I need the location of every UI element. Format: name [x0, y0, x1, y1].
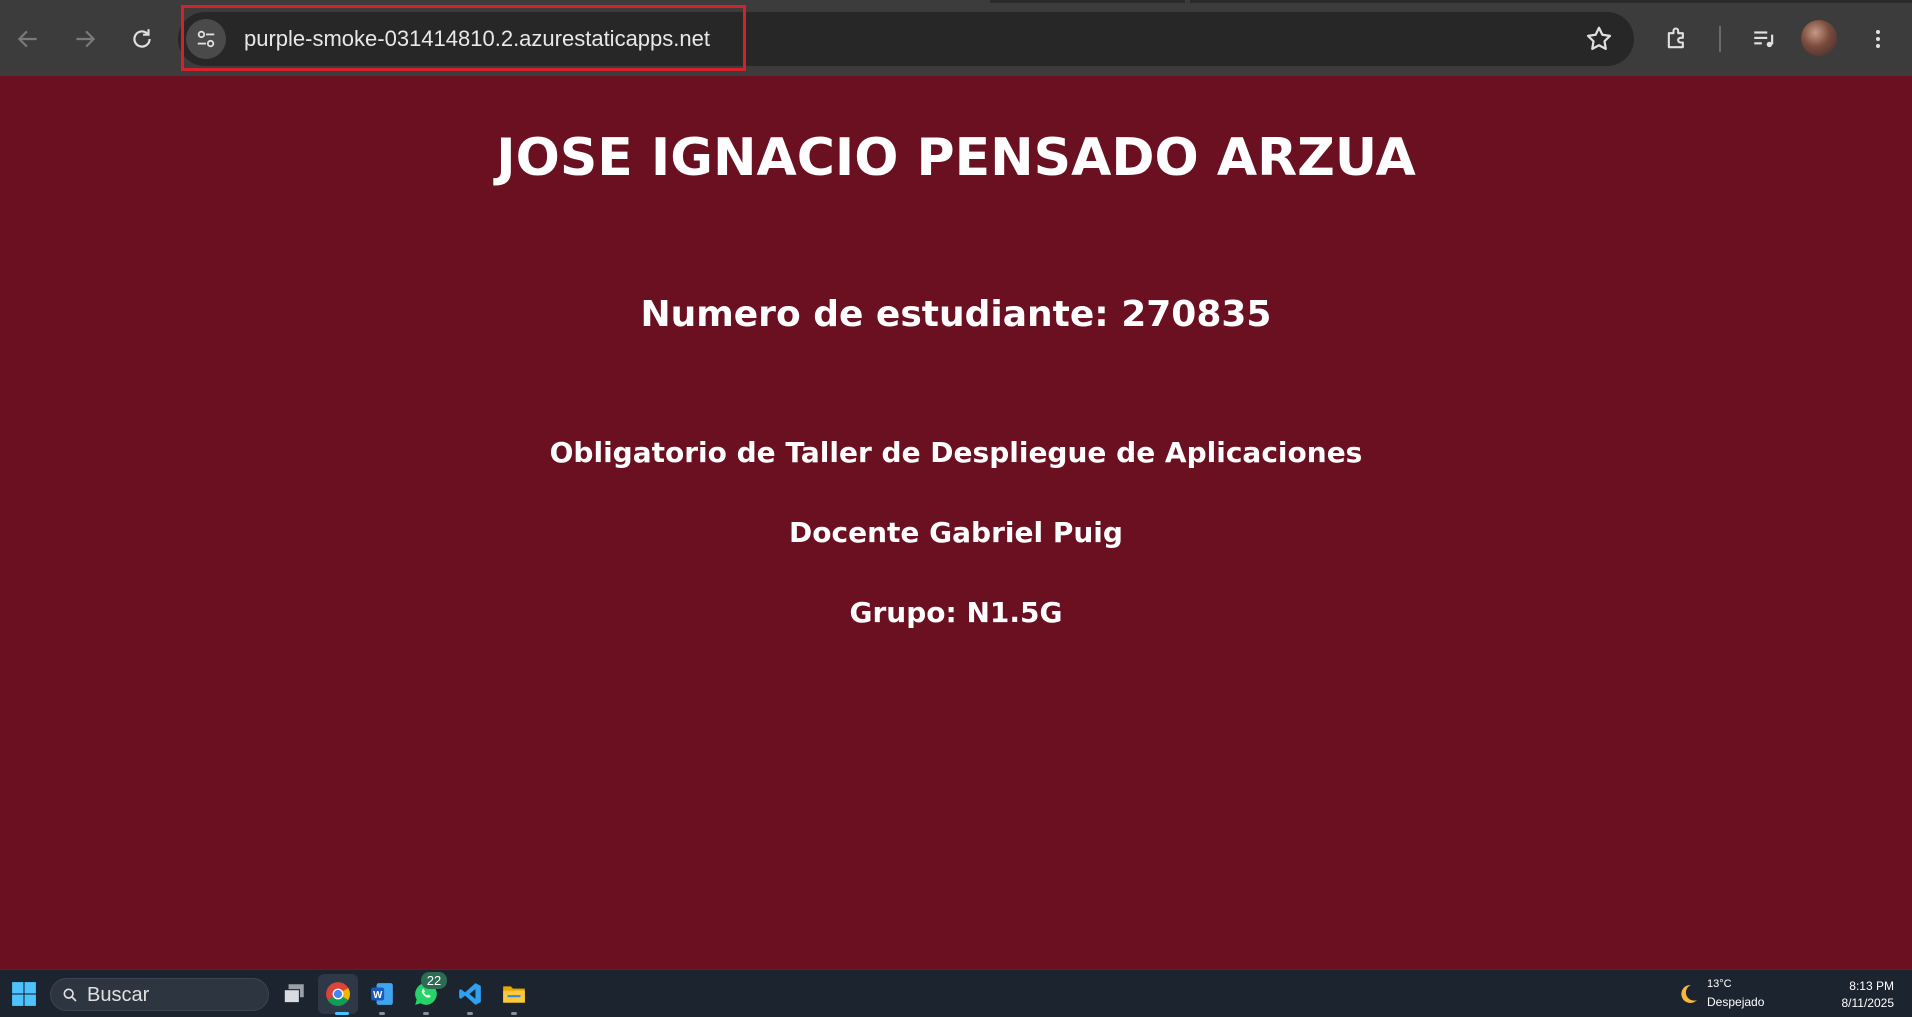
- student-name-heading: JOSE IGNACIO PENSADO ARZUA: [496, 128, 1416, 188]
- word-icon: W: [371, 983, 393, 1005]
- reload-icon: [133, 29, 151, 48]
- file-explorer-taskbar-button[interactable]: [498, 978, 530, 1010]
- file-explorer-icon: [503, 986, 525, 1003]
- weather-temperature: 13°C: [1707, 978, 1732, 990]
- system-clock[interactable]: 8:13 PM 8/11/2025: [1842, 978, 1895, 1012]
- student-number: Numero de estudiante: 270835: [640, 294, 1272, 335]
- chrome-icon: [326, 982, 350, 1006]
- tab-strip-edge: [1190, 0, 1912, 3]
- profile-avatar[interactable]: [1801, 20, 1837, 56]
- puzzle-icon: [1667, 27, 1684, 49]
- forward-button[interactable]: [65, 19, 105, 59]
- word-running-indicator: [379, 1012, 385, 1015]
- vscode-icon: [459, 983, 481, 1005]
- task-view-icon: [283, 984, 304, 1004]
- reload-button[interactable]: [122, 19, 162, 59]
- browser-toolbar: purple-smoke-031414810.2.azurestaticapps…: [0, 0, 1912, 76]
- toolbar-separator: [1719, 26, 1721, 52]
- moon-icon: [1681, 984, 1697, 1003]
- chrome-active-indicator: [335, 1012, 349, 1015]
- back-button[interactable]: [8, 19, 48, 59]
- playlist-icon: [1754, 31, 1774, 48]
- chrome-taskbar-button[interactable]: [322, 978, 354, 1010]
- windows-start-icon: [12, 982, 36, 1006]
- media-control-button[interactable]: [1744, 19, 1784, 59]
- arrow-left-icon: [17, 30, 37, 48]
- svg-text:W: W: [373, 990, 383, 1001]
- clock-date: 8/11/2025: [1841, 996, 1895, 1010]
- course-title: Obligatorio de Taller de Despliegue de A…: [549, 436, 1363, 469]
- tab-strip-edge: [990, 0, 1185, 3]
- start-button[interactable]: [8, 978, 40, 1010]
- weather-condition: Despejado: [1707, 995, 1765, 1009]
- taskbar-search[interactable]: Buscar: [50, 978, 269, 1011]
- teacher-name: Docente Gabriel Puig: [789, 516, 1123, 549]
- arrow-right-icon: [76, 30, 96, 48]
- word-taskbar-button[interactable]: W: [366, 978, 398, 1010]
- star-icon[interactable]: [1584, 24, 1614, 54]
- extensions-button[interactable]: [1657, 19, 1697, 59]
- page-content: JOSE IGNACIO PENSADO ARZUA Numero de est…: [0, 76, 1912, 969]
- taskbar: Buscar W 22 13°C Despejado 8:13 PM 8/11/…: [0, 969, 1912, 1017]
- kebab-menu-icon: [1876, 30, 1880, 48]
- group-label: Grupo: N1.5G: [849, 596, 1063, 629]
- whatsapp-running-indicator: [423, 1012, 429, 1015]
- vscode-running-indicator: [467, 1012, 473, 1015]
- task-view-button[interactable]: [278, 978, 310, 1010]
- search-placeholder: Buscar: [87, 984, 150, 1006]
- weather-widget[interactable]: [1672, 978, 1704, 1010]
- file-explorer-running-indicator: [511, 1012, 517, 1015]
- menu-button[interactable]: [1858, 19, 1898, 59]
- clock-time: 8:13 PM: [1849, 979, 1894, 993]
- vscode-taskbar-button[interactable]: [454, 978, 486, 1010]
- url-highlight-box: [181, 5, 746, 71]
- search-icon: [63, 988, 77, 1002]
- whatsapp-notification-badge: 22: [421, 972, 447, 989]
